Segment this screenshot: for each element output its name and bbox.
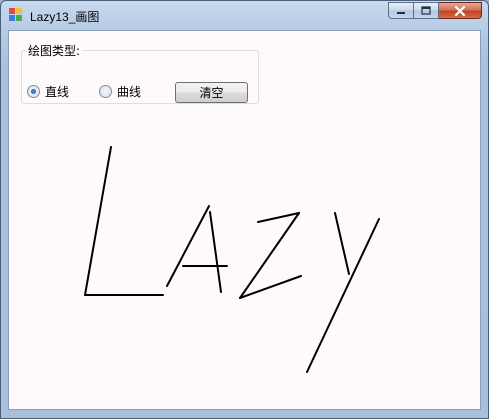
caption-buttons (388, 2, 482, 21)
stroke-y-left (334, 212, 350, 275)
radio-curve-label: 曲线 (117, 84, 142, 99)
radio-line-circle[interactable] (27, 84, 40, 98)
radio-line-option[interactable]: 直线 (27, 83, 69, 99)
stroke-z-diagonal (239, 212, 300, 299)
window-title: Lazy13_画图 (30, 10, 100, 24)
drawn-strokes-lazy (84, 146, 380, 373)
title-bar[interactable]: Lazy13_画图 (1, 1, 488, 29)
radio-line-label: 直线 (45, 84, 70, 99)
minimize-icon (397, 11, 405, 14)
close-button[interactable] (439, 2, 482, 19)
radio-curve-circle[interactable] (99, 84, 112, 98)
stroke-a-left (166, 205, 210, 287)
stroke-a-right (209, 211, 222, 293)
radio-curve-option[interactable]: 曲线 (99, 83, 141, 99)
app-icon (9, 8, 22, 21)
stroke-l-vertical (84, 146, 112, 296)
maximize-button[interactable] (414, 2, 439, 19)
main-window: Lazy13_画图 绘图类型: 直线 曲线 清空 (0, 0, 489, 419)
minimize-button[interactable] (388, 2, 414, 19)
draw-type-legend: 绘图类型: (26, 42, 83, 59)
clear-button[interactable]: 清空 (175, 82, 248, 103)
drawing-client-area[interactable]: 绘图类型: 直线 曲线 清空 (8, 30, 481, 410)
stroke-y-right (306, 218, 380, 373)
maximize-icon (421, 6, 431, 15)
close-icon (454, 5, 466, 16)
stroke-z-bottom (239, 275, 302, 299)
